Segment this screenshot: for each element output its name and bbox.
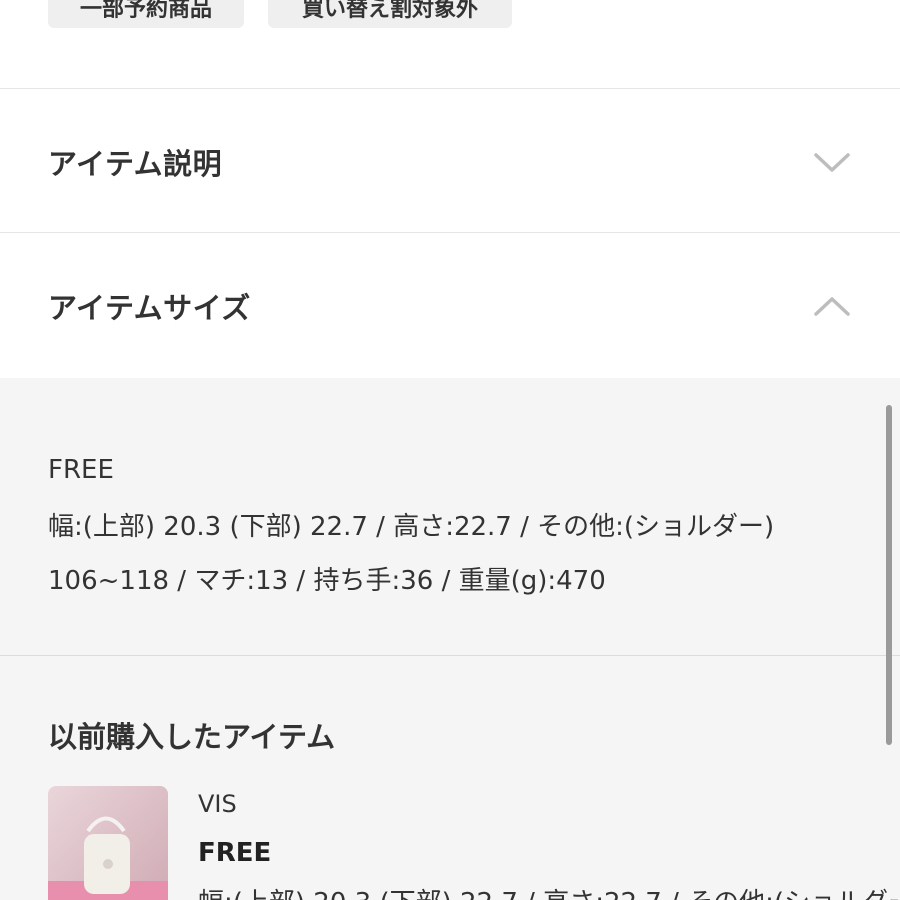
- accordion-item-size[interactable]: アイテムサイズ: [0, 234, 900, 378]
- divider: [0, 88, 900, 89]
- tag-preorder: 一部予約商品: [48, 0, 244, 28]
- divider: [0, 232, 900, 233]
- scrollbar[interactable]: [886, 405, 892, 745]
- accordion-item-description[interactable]: アイテム説明: [0, 90, 900, 234]
- product-brand: VIS: [198, 790, 237, 818]
- chevron-up-icon: [814, 297, 850, 316]
- product-thumbnail[interactable]: [48, 786, 168, 900]
- size-description: 幅:(上部) 20.3 (下部) 22.7 / 高さ:22.7 / その他:(シ…: [48, 512, 775, 596]
- tag-trade-in-excluded: 買い替え割対象外: [268, 0, 512, 28]
- tag-list: 一部予約商品 買い替え割対象外: [48, 0, 512, 28]
- accordion-title: アイテムサイズ: [48, 291, 251, 325]
- accordion-title: アイテム説明: [48, 147, 223, 181]
- bag-image: [48, 786, 168, 900]
- product-size-description: 幅:(上部) 20.3 (下部) 22.7 / 高さ:22.7 / その他:(シ…: [198, 882, 898, 900]
- size-label: FREE: [48, 455, 114, 485]
- product-size-label: FREE: [198, 838, 272, 868]
- divider: [0, 655, 900, 656]
- previous-items-title: 以前購入したアイテム: [48, 720, 336, 754]
- chevron-down-icon: [814, 153, 850, 172]
- page: 一部予約商品 買い替え割対象外 アイテム説明 アイテムサイズ FREE 幅:(上…: [0, 0, 900, 900]
